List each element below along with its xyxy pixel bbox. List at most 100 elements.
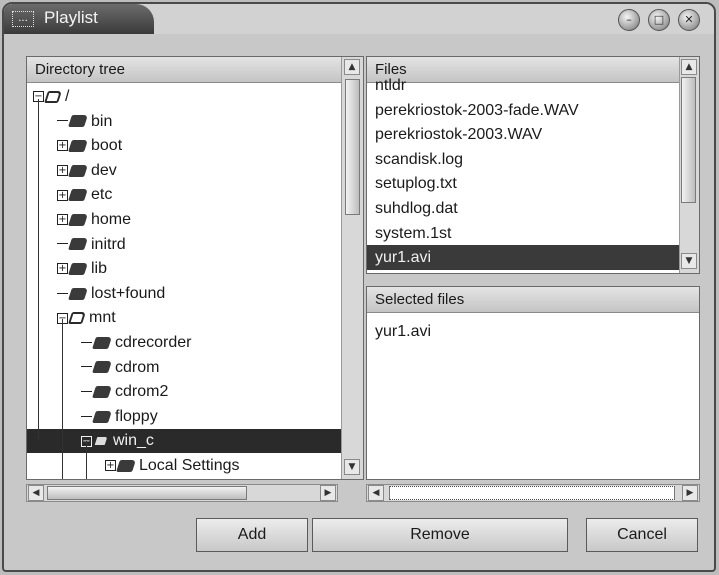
selected-files-list: yur1.avi <box>367 317 699 479</box>
expand-icon[interactable]: + <box>57 189 68 201</box>
tree-connector <box>81 366 92 368</box>
cancel-button[interactable]: Cancel <box>586 518 698 552</box>
tree-item[interactable]: cdrom2 <box>81 380 168 404</box>
tree-item-label: cdrom <box>115 358 160 376</box>
tree-item[interactable]: cdrom <box>81 356 159 380</box>
file-list-item[interactable]: ntldr <box>367 77 679 98</box>
tree-connector <box>57 243 68 245</box>
tree-item[interactable]: −mnt <box>57 306 116 330</box>
selected-files-panel: Selected files yur1.avi <box>366 286 700 480</box>
folder-icon <box>92 410 112 423</box>
playlist-window: ... Playlist – □ ✕ Directory tree − / bin +… <box>2 2 716 572</box>
title-bar[interactable]: ... Playlist – □ ✕ <box>4 4 714 34</box>
selected-file-item[interactable]: yur1.avi <box>367 319 699 344</box>
add-button[interactable]: Add <box>196 518 308 552</box>
tree-item[interactable]: floppy <box>81 405 158 429</box>
folder-icon <box>68 139 88 152</box>
directory-tree: − / bin + boot + dev + etc + home initrd + lib lost+fo… <box>27 85 341 479</box>
tree-item-label: mnt <box>89 309 116 327</box>
expand-icon[interactable]: + <box>105 460 116 472</box>
directory-tree-vscroll[interactable]: ▲ ▼ <box>341 57 363 479</box>
scroll-up-arrow-icon[interactable]: ▲ <box>344 59 360 75</box>
folder-icon <box>68 189 88 202</box>
files-vscroll[interactable]: ▲ ▼ <box>679 57 699 273</box>
expand-icon[interactable]: + <box>57 165 68 177</box>
tree-item-label: lost+found <box>91 284 166 302</box>
tree-item-label: win_c <box>113 432 154 450</box>
minimize-button[interactable]: – <box>618 9 640 31</box>
tree-item[interactable]: cdrecorder <box>81 331 191 355</box>
tree-item[interactable]: lost+found <box>57 282 165 306</box>
remove-button[interactable]: Remove <box>312 518 568 552</box>
scroll-right-arrow-icon[interactable]: ▶ <box>320 485 336 501</box>
folder-icon <box>68 213 88 226</box>
selected-files-hscroll[interactable]: ◀ ▶ <box>366 484 700 502</box>
expand-icon[interactable]: + <box>57 263 68 275</box>
tree-item-label: / <box>65 88 70 105</box>
scroll-left-arrow-icon[interactable]: ◀ <box>368 485 384 501</box>
file-list-item[interactable]: setuplog.txt <box>367 171 679 196</box>
tree-connector <box>57 292 68 295</box>
tree-item[interactable]: + dev <box>57 159 117 183</box>
file-list-item[interactable]: yur1.avi <box>367 245 679 271</box>
tree-item[interactable]: initrd <box>57 233 126 257</box>
folder-icon <box>68 238 88 251</box>
scroll-down-arrow-icon[interactable]: ▼ <box>681 253 697 269</box>
folder-icon <box>92 336 112 349</box>
tree-connector <box>81 341 92 344</box>
scroll-down-arrow-icon[interactable]: ▼ <box>344 459 360 475</box>
close-button[interactable]: ✕ <box>678 9 700 31</box>
directory-tree-hscroll-thumb[interactable] <box>47 486 247 500</box>
folder-open-icon <box>92 435 110 448</box>
folder-icon <box>92 361 112 374</box>
directory-tree-hscroll[interactable]: ◀ ▶ <box>26 484 338 502</box>
tree-item[interactable]: + etc <box>57 183 112 207</box>
scroll-left-arrow-icon[interactable]: ◀ <box>28 485 44 501</box>
file-list-item[interactable]: scandisk.log <box>367 147 679 172</box>
playlist-window-icon: ... <box>12 11 34 27</box>
tree-item-label: lib <box>91 260 108 278</box>
directory-tree-header[interactable]: Directory tree <box>27 57 341 83</box>
tree-item[interactable]: + Local Settings <box>105 454 240 478</box>
tree-item-label: dev <box>91 161 117 179</box>
tree-item-label: boot <box>91 137 123 155</box>
selected-files-header[interactable]: Selected files <box>367 287 699 313</box>
folder-icon <box>68 287 88 300</box>
tree-item[interactable]: + home <box>57 208 131 232</box>
expand-icon[interactable]: + <box>57 214 68 226</box>
tree-item[interactable]: + boot <box>57 134 122 158</box>
folder-open-icon <box>68 312 86 325</box>
directory-tree-panel: Directory tree − / bin + boot + dev + etc + home in… <box>26 56 364 480</box>
folder-icon <box>68 262 88 275</box>
tree-guide-line <box>38 99 39 439</box>
maximize-button[interactable]: □ <box>648 9 670 31</box>
file-list-item[interactable]: perekriostok-2003-fade.WAV <box>367 98 679 123</box>
tree-item-label: initrd <box>91 235 126 253</box>
tree-item-label: bin <box>91 112 113 130</box>
tree-item[interactable]: + lib <box>57 257 107 281</box>
file-list-item[interactable]: system.1st <box>367 221 679 246</box>
folder-icon <box>68 164 88 177</box>
tree-item[interactable]: bin <box>57 110 112 134</box>
expand-icon[interactable]: + <box>57 140 68 152</box>
tree-item-label: etc <box>91 186 113 204</box>
files-vscroll-thumb[interactable] <box>681 77 696 203</box>
tree-item-label: floppy <box>115 407 158 425</box>
files-panel: Files ntldr perekriostok-2003-fade.WAV per… <box>366 56 700 274</box>
tree-item-label: home <box>91 211 132 228</box>
directory-tree-vscroll-thumb[interactable] <box>345 79 360 215</box>
file-list-item[interactable]: suhdlog.dat <box>367 196 679 221</box>
file-list-item[interactable]: perekriostok-2003.WAV <box>367 122 679 147</box>
tree-guide-line <box>86 441 87 479</box>
folder-icon <box>116 459 136 472</box>
tree-connector <box>81 415 92 418</box>
selected-files-hscroll-thumb[interactable] <box>389 486 675 500</box>
tree-item-label: Local Settings <box>139 457 240 474</box>
tree-item[interactable]: −win_c <box>27 429 341 454</box>
title-tab[interactable]: ... Playlist <box>4 4 154 34</box>
scroll-up-arrow-icon[interactable]: ▲ <box>681 59 697 75</box>
scroll-right-arrow-icon[interactable]: ▶ <box>682 485 698 501</box>
folder-icon <box>68 115 88 128</box>
folder-open-icon <box>44 90 62 103</box>
folder-icon <box>92 385 112 398</box>
